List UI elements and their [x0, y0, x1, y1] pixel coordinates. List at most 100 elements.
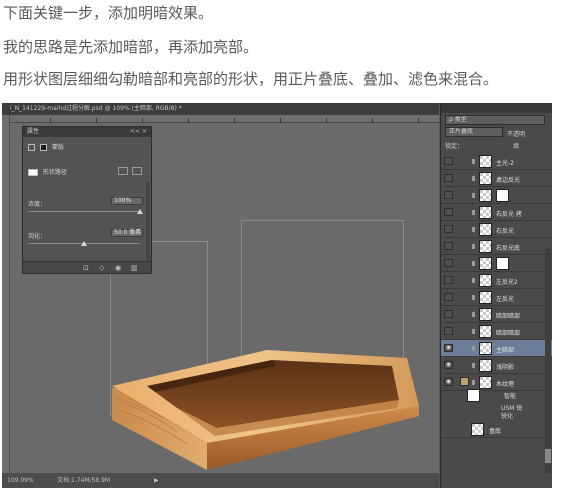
layer-thumbnail[interactable] — [479, 274, 492, 287]
layer-row[interactable]: 左反光2 — [441, 272, 552, 289]
layer-name[interactable]: 左反光 — [496, 294, 514, 303]
shape-path-icon[interactable] — [28, 169, 38, 176]
smart-filter-item-2[interactable]: 锐化 — [501, 411, 513, 420]
layer-visibility-eye-icon[interactable]: ◉ — [444, 378, 453, 386]
layer-visibility-eye-icon[interactable] — [444, 242, 453, 250]
layer-visibility-eye-icon[interactable] — [444, 259, 453, 267]
layers-panel[interactable]: ρ 类型 正片叠底 不透明 锁定： 填 主光-2 桌边反光 右反光 拷右反光 右反光底… — [440, 103, 552, 488]
zoom-level[interactable]: 109.09% — [7, 477, 34, 484]
layer-row[interactable]: 左反光 — [441, 289, 552, 306]
layer-thumbnail[interactable] — [479, 325, 492, 338]
layers-scrollbar[interactable] — [545, 249, 551, 473]
layers-scrollbar-thumb[interactable] — [545, 449, 551, 463]
layer-thumbnail[interactable] — [479, 155, 492, 168]
layer-name[interactable]: 暗部暗部 — [496, 328, 520, 337]
blend-mode-select[interactable]: 正片叠底 — [445, 127, 503, 137]
mask-tab-label[interactable]: 蒙版 — [52, 144, 64, 151]
layer-visibility-eye-icon[interactable] — [444, 208, 453, 216]
layer-thumbnail[interactable] — [479, 342, 492, 355]
density-field[interactable]: 100% — [111, 197, 143, 205]
layer-visibility-eye-icon[interactable] — [444, 293, 453, 301]
smart-filter-mask-thumbnail[interactable] — [467, 389, 480, 402]
layer-link-chain-icon — [472, 159, 475, 164]
layer-thumbnail[interactable] — [479, 172, 492, 185]
status-bar: 109.09% 文档:1.74M/58.9M ▶ — [2, 473, 439, 488]
apply-mask-icon[interactable]: ◇ — [99, 264, 104, 272]
layer-thumbnail[interactable] — [479, 257, 492, 270]
layer-name[interactable]: 右反光底 — [496, 243, 520, 252]
intro-line-2: 我的思路是先添加暗部，再添加亮部。 — [3, 38, 259, 56]
layer-row-bottom[interactable]: 盒底 — [441, 421, 552, 438]
status-menu-arrow-icon[interactable]: ▶ — [154, 473, 159, 488]
delete-icon[interactable]: ▥ — [131, 264, 138, 272]
layer-group-folder-icon — [460, 377, 469, 386]
feather-slider-knob[interactable] — [81, 241, 87, 246]
layer-link-chain-icon — [472, 295, 475, 300]
layer-row[interactable] — [441, 187, 552, 204]
vector-mask-icon[interactable] — [39, 144, 47, 151]
layer-row[interactable] — [441, 255, 552, 272]
layer-row[interactable]: 右反光 拷 — [441, 204, 552, 221]
layer-visibility-eye-icon[interactable] — [444, 174, 453, 182]
layer-visibility-eye-icon[interactable] — [444, 310, 453, 318]
layer-row[interactable]: 桌边反光 — [441, 170, 552, 187]
smart-filter-row[interactable]: 智能 USM 锐 锐化 — [441, 388, 552, 420]
feather-field[interactable]: 50.0 像素 — [111, 229, 143, 237]
layer-kind-filter[interactable]: ρ 类型 — [445, 115, 545, 125]
layer-row[interactable]: 右反光底 — [441, 238, 552, 255]
lock-label: 锁定： — [445, 143, 464, 150]
layer-thumbnail[interactable] — [479, 359, 492, 372]
layer-row[interactable]: ◉ 浅阴影 — [441, 357, 552, 374]
layer-mask-thumbnail[interactable] — [496, 257, 509, 270]
layer-thumbnail[interactable] — [479, 206, 492, 219]
pixel-mask-icon[interactable] — [28, 144, 35, 151]
layer-visibility-eye-icon[interactable] — [444, 191, 453, 199]
layer-row[interactable]: ◉ 主暗部 — [441, 340, 552, 357]
properties-panel[interactable]: 属性 << × 蒙版 形状路径 浓度： 100% 羽化： 50.0 像素 ⊡ ◇… — [22, 126, 152, 274]
layer-name[interactable]: 浅阴影 — [496, 362, 514, 371]
document-tab[interactable]: i_N_141229-maihd过程分解.psd @ 109% (主暗部, RG… — [2, 103, 439, 115]
density-slider-knob[interactable] — [137, 209, 143, 214]
layer-visibility-eye-icon[interactable]: ◉ — [444, 344, 453, 352]
layer-thumbnail[interactable] — [479, 291, 492, 304]
properties-scrollbar[interactable] — [146, 182, 150, 262]
layer-name[interactable]: 主光-2 — [496, 158, 514, 167]
layer-row[interactable]: 右反光 — [441, 221, 552, 238]
apply-vector-mask-icon[interactable] — [132, 167, 142, 175]
layer-row[interactable]: 暗部暗部 — [441, 323, 552, 340]
layer-thumbnail[interactable] — [479, 189, 492, 202]
layer-visibility-eye-icon[interactable] — [444, 157, 453, 165]
layer-name[interactable]: 桌边反光 — [496, 175, 520, 184]
layer-link-chain-icon — [472, 380, 475, 385]
properties-title: 属性 — [27, 128, 40, 135]
select-mask-icon[interactable] — [118, 167, 128, 175]
layer-link-chain-icon — [472, 261, 475, 266]
layer-name[interactable]: 盒底 — [489, 426, 501, 435]
mask-select-icon[interactable]: ⊡ — [83, 264, 89, 272]
layer-name[interactable]: 主暗部 — [496, 345, 514, 354]
layer-visibility-eye-icon[interactable] — [444, 225, 453, 233]
layer-link-chain-icon — [472, 363, 475, 368]
density-slider-track[interactable] — [28, 211, 140, 212]
layer-visibility-eye-icon[interactable]: ◉ — [444, 361, 453, 369]
layer-thumbnail[interactable] — [479, 308, 492, 321]
layer-name[interactable]: 右反光 拷 — [496, 209, 522, 218]
document-size: 文档:1.74M/58.9M — [57, 477, 111, 484]
layer-thumbnail[interactable] — [479, 223, 492, 236]
layer-name[interactable]: 左反光2 — [496, 277, 518, 286]
layer-thumbnail[interactable] — [479, 240, 492, 253]
properties-header[interactable]: 属性 << × — [23, 127, 151, 137]
layer-row[interactable]: 主光-2 — [441, 153, 552, 170]
panel-close-icon[interactable]: << × — [130, 127, 147, 137]
layer-mask-thumbnail[interactable] — [496, 189, 509, 202]
layer-link-chain-icon — [472, 210, 475, 215]
layer-row[interactable]: 暗部暗部 — [441, 306, 552, 323]
layer-name[interactable]: 右反光 — [496, 226, 514, 235]
layer-link-chain-icon — [472, 227, 475, 232]
layer-visibility-eye-icon[interactable] — [444, 327, 453, 335]
eye-icon[interactable]: ◉ — [115, 264, 121, 272]
layer-thumbnail — [471, 423, 484, 436]
layer-visibility-eye-icon[interactable] — [444, 276, 453, 284]
layer-name[interactable]: 暗部暗部 — [496, 311, 520, 320]
layer-name[interactable]: 木纹理 — [496, 379, 514, 388]
